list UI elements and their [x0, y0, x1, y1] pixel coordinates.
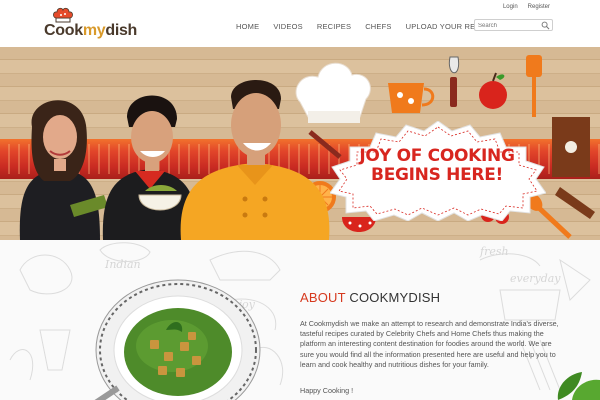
site-header: Cookmydish Login Register HOME VIDEOS RE…	[0, 0, 600, 47]
hero-tagline: JOY OF COOKING BEGINS HERE!	[334, 147, 540, 185]
svg-text:everyday: everyday	[510, 272, 561, 285]
search-box	[474, 19, 553, 31]
svg-text:fresh: fresh	[479, 245, 509, 258]
logo-part-my: my	[82, 22, 106, 39]
register-link[interactable]: Register	[528, 4, 550, 10]
search-input[interactable]	[478, 21, 540, 30]
account-links: Login Register	[503, 4, 550, 10]
main-nav: HOME VIDEOS RECIPES CHEFS UPLOAD YOUR RE…	[236, 22, 508, 31]
herb-garnish-image	[557, 372, 600, 400]
nav-chefs[interactable]: CHEFS	[365, 22, 391, 31]
nav-videos[interactable]: VIDEOS	[273, 22, 303, 31]
logo-wordmark: Cookmydish	[44, 22, 137, 40]
nav-home[interactable]: HOME	[236, 22, 259, 31]
hero-tagline-line2: BEGINS HERE!	[371, 165, 503, 185]
about-signoff: Happy Cooking !	[300, 386, 354, 395]
login-link[interactable]: Login	[503, 4, 518, 10]
about-title-brand: COOKMYDISH	[349, 290, 441, 305]
about-title: ABOUT COOKMYDISH	[300, 290, 440, 305]
logo-part-dish: dish	[105, 22, 138, 39]
soup-bowl-image	[94, 279, 261, 400]
nav-recipes[interactable]: RECIPES	[317, 22, 351, 31]
about-description: At Cookmydish we make an attempt to rese…	[300, 319, 559, 369]
search-icon[interactable]	[541, 21, 550, 30]
svg-text:Indian: Indian	[104, 258, 141, 271]
male-chef-yellow-coat-image	[180, 80, 330, 240]
site-logo[interactable]: Cookmydish	[44, 6, 137, 42]
female-chef-image	[19, 100, 108, 240]
hero-banner[interactable]: JOY OF COOKING BEGINS HERE!	[0, 47, 600, 240]
logo-part-cook: Cook	[44, 22, 83, 39]
hero-tagline-line1: JOY OF COOKING	[359, 146, 515, 166]
about-title-prefix: ABOUT	[300, 290, 346, 305]
